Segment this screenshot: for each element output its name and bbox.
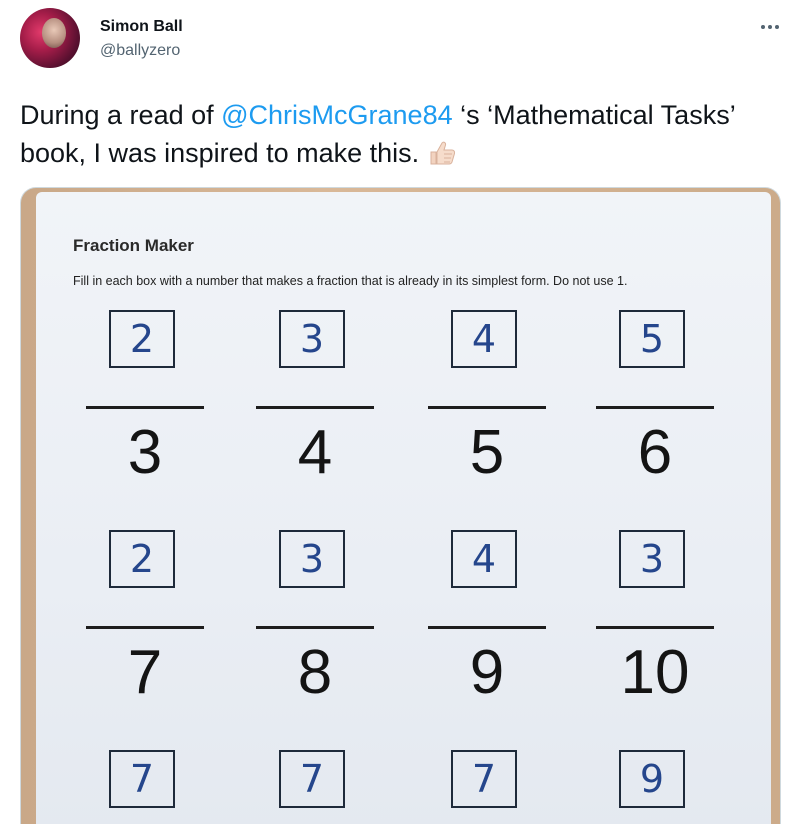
numerator-box: 5: [619, 310, 685, 368]
numerator-box: 3: [279, 530, 345, 588]
denominator: 5: [469, 418, 505, 487]
tweet: Simon Ball @ballyzero During a read of @…: [0, 0, 797, 824]
more-horizontal-icon: [761, 25, 779, 29]
denominator: 6: [637, 418, 673, 487]
denominator: 3: [127, 418, 163, 487]
fraction-bar: [428, 406, 546, 409]
numerator-box: 4: [451, 310, 517, 368]
numerator-box: 3: [619, 530, 685, 588]
author-handle[interactable]: @ballyzero: [100, 42, 180, 60]
more-options-button[interactable]: [755, 12, 785, 42]
denominator: 8: [297, 638, 333, 707]
worksheet-title: Fraction Maker: [73, 236, 194, 255]
fraction-bar: [596, 406, 714, 409]
numerator-box: 2: [109, 310, 175, 368]
numerator-box: 7: [451, 750, 517, 808]
numerator-box: 3: [279, 310, 345, 368]
denominator: 9: [469, 638, 505, 707]
numerator-box: 4: [451, 530, 517, 588]
fraction-bar: [86, 406, 204, 409]
worksheet-paper: Fraction Maker Fill in each box with a n…: [36, 192, 771, 824]
tweet-text-before: During a read of: [20, 100, 222, 130]
tweet-photo[interactable]: Fraction Maker Fill in each box with a n…: [20, 187, 781, 824]
mention-link[interactable]: @ChrisMcGrane84: [221, 100, 452, 130]
fraction-bar: [256, 406, 374, 409]
fraction-bar: [596, 626, 714, 629]
fraction-bar: [256, 626, 374, 629]
worksheet-instructions: Fill in each box with a number that make…: [73, 274, 628, 288]
numerator-box: 9: [619, 750, 685, 808]
avatar-face: [42, 18, 66, 48]
thumbs-up-icon: [430, 141, 456, 165]
tweet-text: During a read of @ChrisMcGrane84 ‘s ‘Mat…: [20, 96, 780, 172]
denominator: 10: [620, 638, 690, 707]
denominator: 4: [297, 418, 333, 487]
numerator-box: 2: [109, 530, 175, 588]
denominator: 7: [127, 638, 163, 707]
author-name[interactable]: Simon Ball: [100, 18, 183, 36]
fraction-bar: [86, 626, 204, 629]
fraction-bar: [428, 626, 546, 629]
numerator-box: 7: [279, 750, 345, 808]
numerator-box: 7: [109, 750, 175, 808]
avatar[interactable]: [20, 8, 80, 68]
